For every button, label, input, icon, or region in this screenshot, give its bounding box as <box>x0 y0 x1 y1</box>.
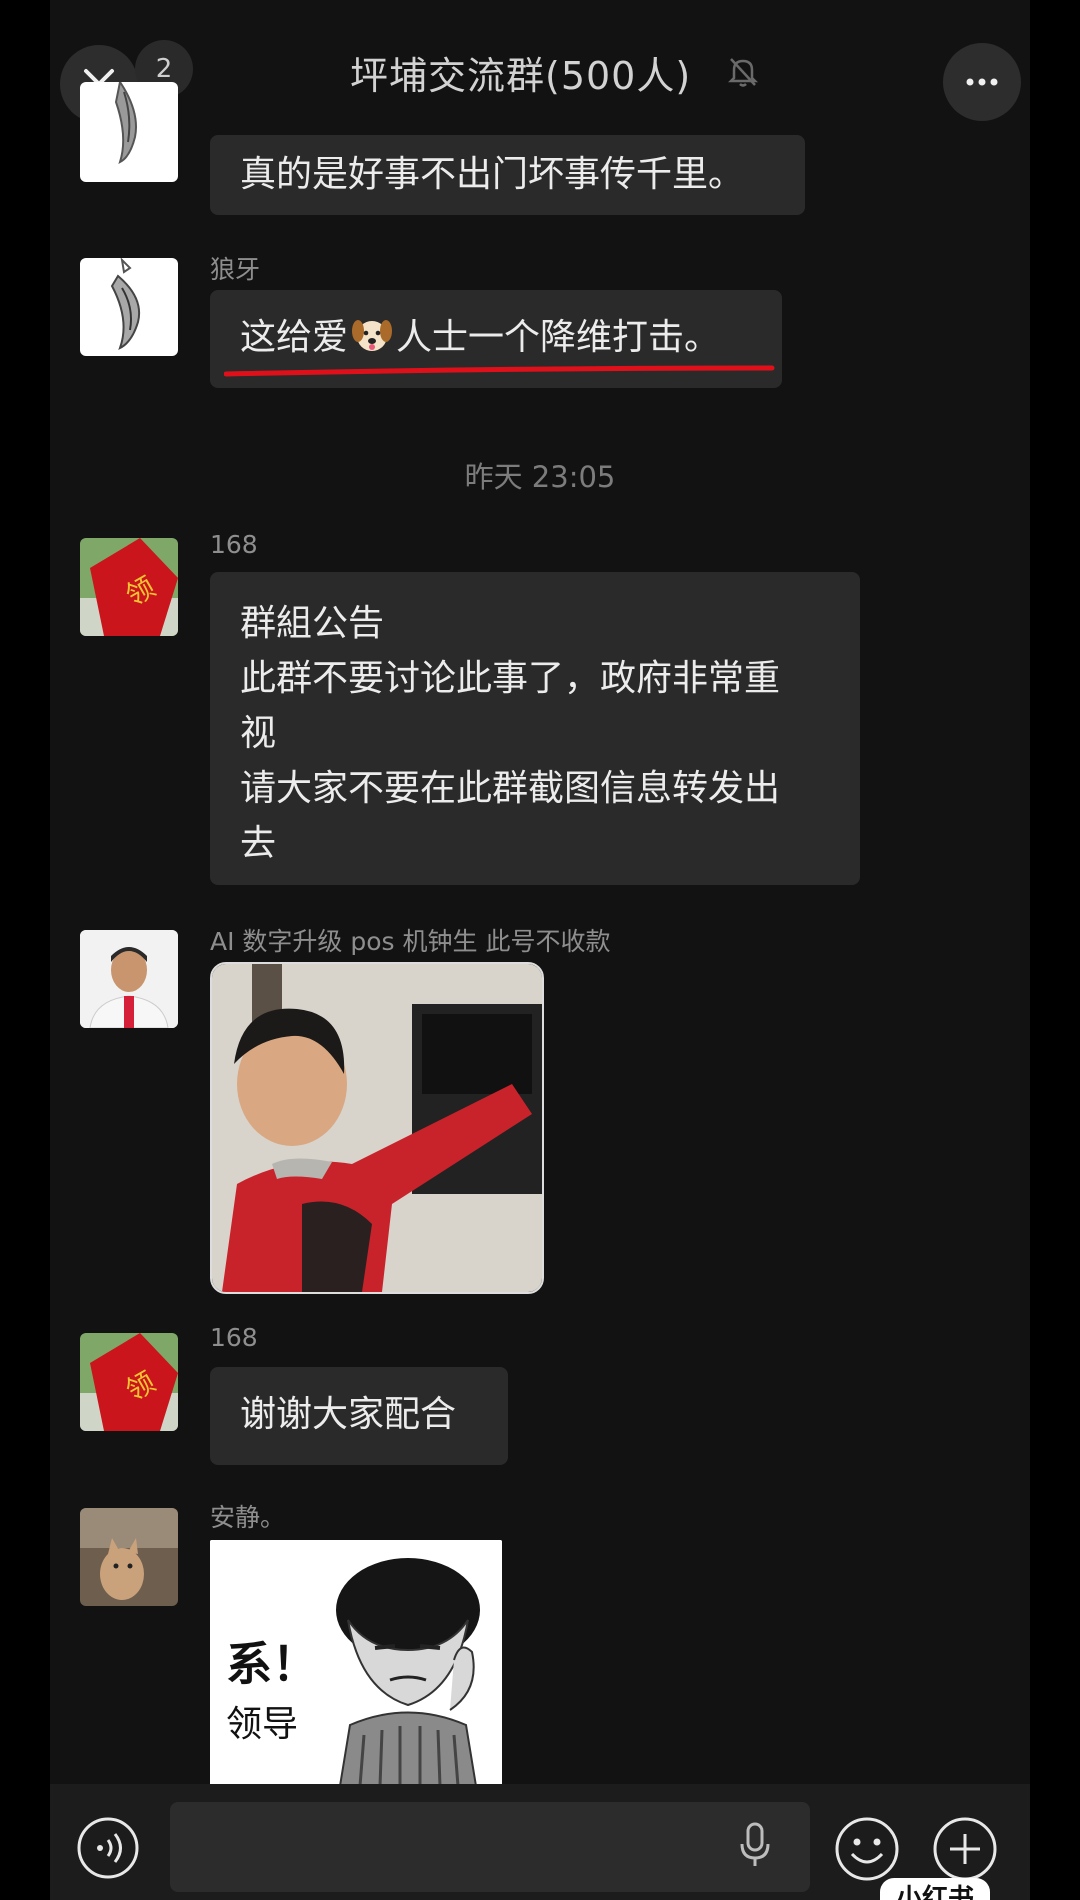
sender-name: 168 <box>210 1323 258 1352</box>
announcement-line: 请大家不要在此群截图信息转发出 <box>240 768 781 809</box>
sender-name: 168 <box>210 530 258 559</box>
message-text: 人士一个降维打击。 <box>396 317 721 358</box>
man-portrait-icon <box>80 930 178 1028</box>
cat-photo-icon <box>80 1508 178 1606</box>
red-underline-annotation <box>224 365 775 377</box>
sticker-kid-gif[interactable] <box>210 962 544 1294</box>
avatar-red-flag[interactable]: 领 <box>80 538 178 636</box>
plus-icon[interactable] <box>932 1816 998 1882</box>
sticker-meme-boss[interactable]: 系！ 领导 <box>210 1540 502 1786</box>
message-input[interactable] <box>170 1802 810 1892</box>
message-bubble-2[interactable]: 这给爱 人士一个降维打击。 <box>210 290 782 388</box>
announcement-line: 视 <box>240 713 277 754</box>
avatar-red-flag[interactable]: 领 <box>80 1333 178 1431</box>
red-flag-photo-icon: 领 <box>80 538 178 636</box>
more-dots-icon <box>966 78 998 86</box>
kid-in-red-jacket-image <box>212 964 542 1292</box>
message-bubble-5[interactable]: 谢谢大家配合 <box>210 1367 508 1465</box>
red-flag-photo-icon: 领 <box>80 1333 178 1431</box>
emoji-icon[interactable] <box>834 1816 900 1882</box>
sticker-caption: 系！ <box>226 1637 318 1691</box>
sender-name: AI 数字升级 pos 机钟生 此号不收款 <box>210 927 611 956</box>
avatar-wolf-tooth[interactable] <box>80 82 178 182</box>
message-timestamp: 昨天 23:05 <box>464 460 616 494</box>
microphone-icon[interactable] <box>738 1822 772 1868</box>
wolf-tooth-pendant-icon <box>110 258 140 351</box>
announcement-line: 此群不要讨论此事了，政府非常重 <box>240 658 781 699</box>
xiaohongshu-watermark: 小红书 <box>880 1878 991 1900</box>
chat-screen: 2 坪埔交流群(500人) 真的是好事不出门坏事传千里。 狼牙 这给爱 人士一个… <box>50 0 1030 1900</box>
avatar-cat[interactable] <box>80 1508 178 1606</box>
wolf-tooth-pendant-icon <box>114 82 137 164</box>
more-options-button[interactable] <box>943 43 1021 121</box>
sender-name: 安静。 <box>210 1503 286 1532</box>
message-bubble-1[interactable]: 真的是好事不出门坏事传千里。 <box>210 135 805 215</box>
message-text: 真的是好事不出门坏事传千里。 <box>240 154 745 195</box>
avatar-man[interactable] <box>80 930 178 1028</box>
mute-bell-icon <box>728 58 758 87</box>
message-text: 这给爱 <box>240 317 349 358</box>
announcement-line: 群組公告 <box>240 603 385 644</box>
sender-name: 狼牙 <box>210 255 261 284</box>
voice-mode-icon[interactable] <box>76 1816 140 1880</box>
sticker-caption: 领导 <box>226 1704 299 1745</box>
announcement-bubble[interactable]: 群組公告 此群不要讨论此事了，政府非常重 视 请大家不要在此群截图信息转发出 去 <box>210 572 860 885</box>
dog-face-emoji-icon <box>352 320 393 351</box>
chat-header: 2 坪埔交流群(500人) <box>50 0 1030 125</box>
message-text: 谢谢大家配合 <box>240 1394 457 1435</box>
chat-title: 坪埔交流群(500人) <box>350 54 692 98</box>
avatar-wolf-tooth[interactable] <box>80 258 178 356</box>
announcement-line: 去 <box>240 823 277 864</box>
